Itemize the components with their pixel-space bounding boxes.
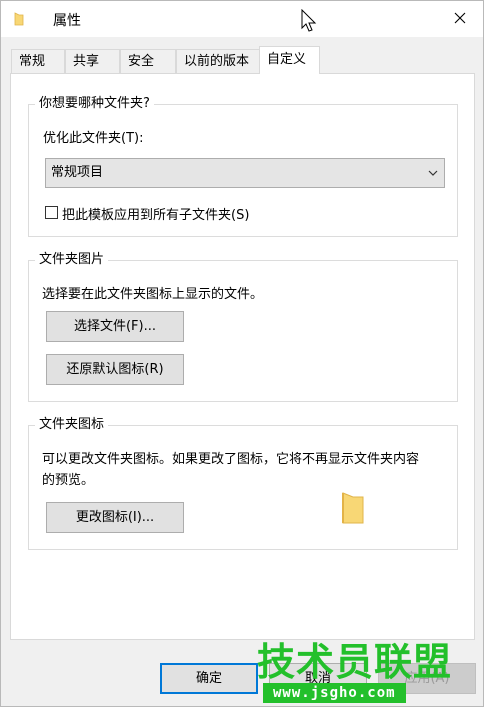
folder-icons-legend: 文件夹图标 bbox=[35, 417, 109, 433]
close-icon bbox=[454, 12, 466, 24]
apply-subfolders-checkbox[interactable] bbox=[45, 206, 58, 219]
folder-icons-description-line1: 可以更改文件夹图标。如果更改了图标，它将不再显示文件夹内容 bbox=[42, 452, 420, 467]
change-icon-button[interactable]: 更改图标(I)... bbox=[46, 502, 184, 533]
optimize-label: 优化此文件夹(T): bbox=[43, 131, 144, 146]
folder-icon bbox=[14, 12, 24, 26]
properties-window: 属性 常规 共享 安全 以前的版本 自定义 你想要哪种文件夹? 优化此文件夹(T… bbox=[0, 0, 484, 707]
folder-pictures-group: 文件夹图片 选择要在此文件夹图标上显示的文件。 选择文件(F)... 还原默认图… bbox=[28, 252, 458, 402]
chevron-down-icon bbox=[428, 170, 438, 176]
folder-icons-description-line2: 的预览。 bbox=[42, 473, 95, 488]
folder-pictures-description: 选择要在此文件夹图标上显示的文件。 bbox=[42, 287, 264, 302]
restore-default-button[interactable]: 还原默认图标(R) bbox=[46, 354, 184, 385]
mouse-cursor-icon bbox=[301, 9, 317, 32]
tab-customize[interactable]: 自定义 bbox=[259, 46, 320, 74]
ok-button[interactable]: 确定 bbox=[160, 663, 258, 694]
folder-type-legend: 你想要哪种文件夹? bbox=[35, 96, 154, 112]
customize-panel: 你想要哪种文件夹? 优化此文件夹(T): 常规项目 把此模板应用到所有子文件夹(… bbox=[10, 73, 475, 640]
optimize-dropdown[interactable]: 常规项目 bbox=[45, 158, 445, 188]
tab-security[interactable]: 安全 bbox=[120, 49, 176, 73]
folder-type-group: 你想要哪种文件夹? 优化此文件夹(T): 常规项目 把此模板应用到所有子文件夹(… bbox=[28, 96, 458, 237]
tab-previous-versions[interactable]: 以前的版本 bbox=[176, 49, 260, 73]
optimize-dropdown-value: 常规项目 bbox=[51, 165, 104, 180]
watermark-url: www.jsgho.com bbox=[263, 683, 406, 703]
folder-icons-group: 文件夹图标 可以更改文件夹图标。如果更改了图标，它将不再显示文件夹内容 的预览。… bbox=[28, 417, 458, 550]
tab-sharing[interactable]: 共享 bbox=[65, 49, 120, 73]
tab-general[interactable]: 常规 bbox=[11, 49, 65, 73]
window-title: 属性 bbox=[53, 13, 81, 29]
watermark-logo: 技术员联盟 bbox=[257, 640, 453, 684]
folder-pictures-legend: 文件夹图片 bbox=[35, 252, 109, 268]
apply-subfolders-label[interactable]: 把此模板应用到所有子文件夹(S) bbox=[62, 204, 249, 223]
choose-file-button[interactable]: 选择文件(F)... bbox=[46, 311, 184, 342]
close-button[interactable] bbox=[437, 1, 483, 35]
title-bar[interactable]: 属性 bbox=[1, 1, 483, 37]
folder-preview-icon bbox=[342, 492, 364, 524]
